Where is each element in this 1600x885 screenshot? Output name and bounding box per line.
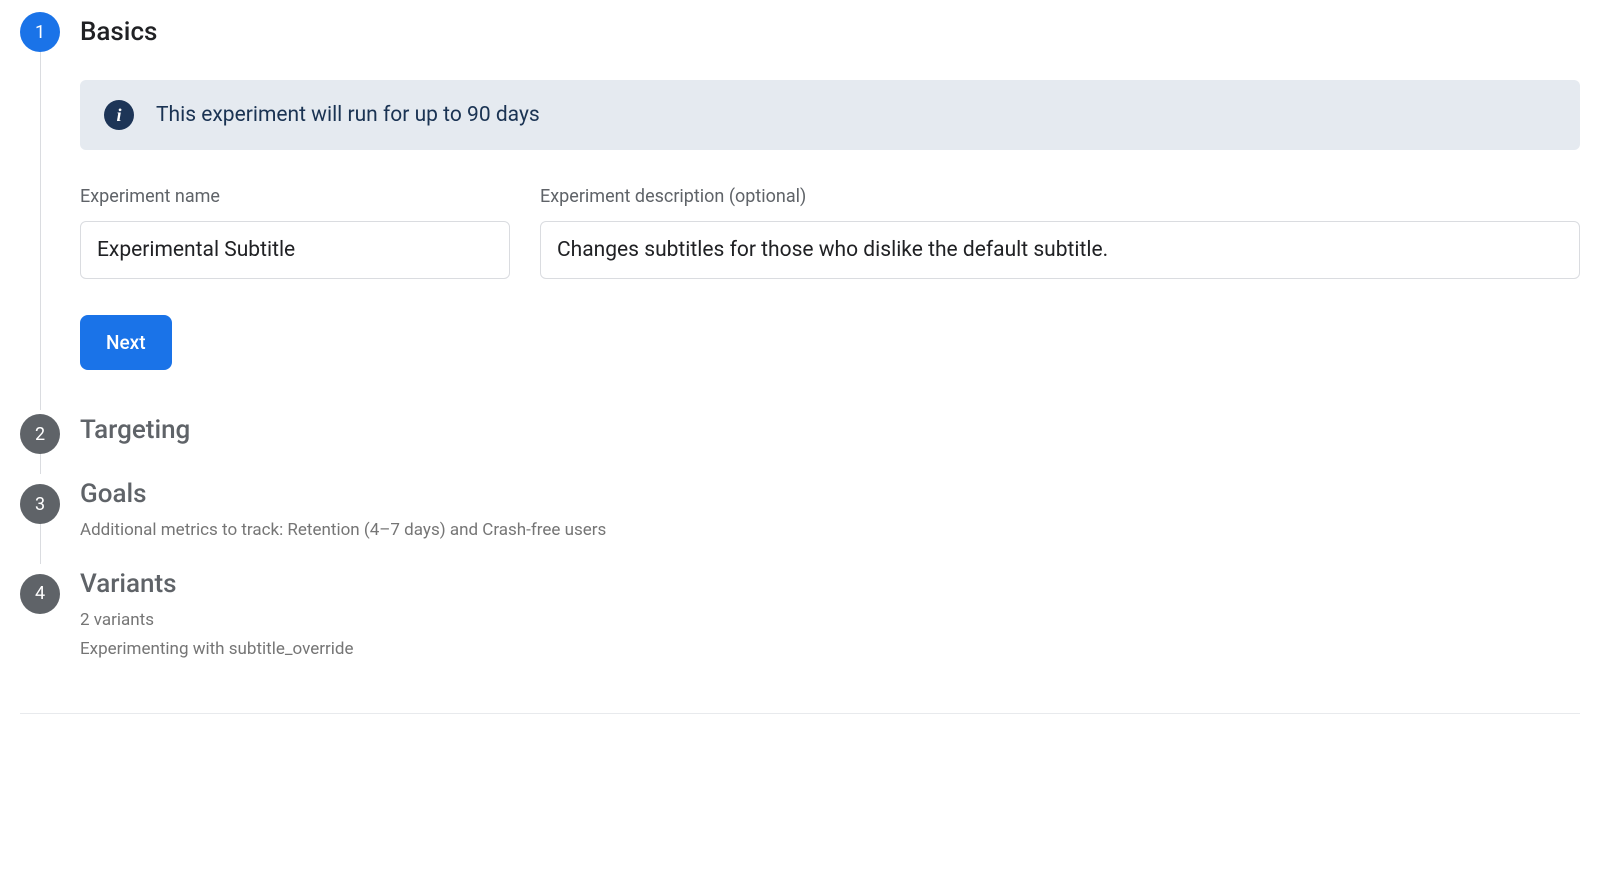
step-circle-targeting: 2 bbox=[20, 414, 60, 454]
step-subtitle-variants-1: 2 variants bbox=[80, 608, 1580, 634]
step-content-goals: Goals Additional metrics to track: Reten… bbox=[60, 474, 1580, 564]
step-content-targeting: Targeting bbox=[60, 410, 1580, 474]
step-content-variants: Variants 2 variants Experimenting with s… bbox=[60, 564, 1580, 683]
step-goals[interactable]: 3 Goals Additional metrics to track: Ret… bbox=[20, 474, 1580, 564]
step-targeting[interactable]: 2 Targeting bbox=[20, 410, 1580, 474]
experiment-name-label: Experiment name bbox=[80, 186, 510, 207]
next-button[interactable]: Next bbox=[80, 315, 172, 370]
info-icon: i bbox=[104, 100, 134, 130]
step-circle-goals: 3 bbox=[20, 484, 60, 524]
step-title-goals: Goals bbox=[80, 474, 1580, 514]
step-connector bbox=[40, 52, 41, 410]
experiment-desc-input[interactable] bbox=[540, 221, 1580, 279]
step-variants[interactable]: 4 Variants 2 variants Experimenting with… bbox=[20, 564, 1580, 683]
experiment-name-field-wrapper: Experiment name bbox=[80, 186, 510, 279]
step-circle-variants: 4 bbox=[20, 574, 60, 614]
experiment-desc-label: Experiment description (optional) bbox=[540, 186, 1580, 207]
experiment-desc-field-wrapper: Experiment description (optional) bbox=[540, 186, 1580, 279]
step-subtitle-variants-2: Experimenting with subtitle_override bbox=[80, 637, 1580, 663]
step-subtitle-goals: Additional metrics to track: Retention (… bbox=[80, 518, 1580, 544]
step-number: 2 bbox=[35, 424, 45, 445]
step-circle-basics: 1 bbox=[20, 12, 60, 52]
step-number: 3 bbox=[35, 494, 45, 515]
info-banner-text: This experiment will run for up to 90 da… bbox=[156, 103, 540, 127]
step-number: 1 bbox=[35, 22, 45, 43]
experiment-name-input[interactable] bbox=[80, 221, 510, 279]
step-title-targeting: Targeting bbox=[80, 410, 1580, 450]
form-row: Experiment name Experiment description (… bbox=[80, 186, 1580, 279]
step-number: 4 bbox=[35, 583, 45, 604]
step-title-basics: Basics bbox=[80, 12, 1580, 52]
step-title-variants: Variants bbox=[80, 564, 1580, 604]
step-body-basics: i This experiment will run for up to 90 … bbox=[80, 80, 1580, 370]
info-banner: i This experiment will run for up to 90 … bbox=[80, 80, 1580, 150]
step-basics: 1 Basics i This experiment will run for … bbox=[20, 12, 1580, 410]
divider bbox=[20, 713, 1580, 714]
step-content-basics: Basics i This experiment will run for up… bbox=[60, 12, 1580, 410]
stepper: 1 Basics i This experiment will run for … bbox=[20, 12, 1580, 683]
